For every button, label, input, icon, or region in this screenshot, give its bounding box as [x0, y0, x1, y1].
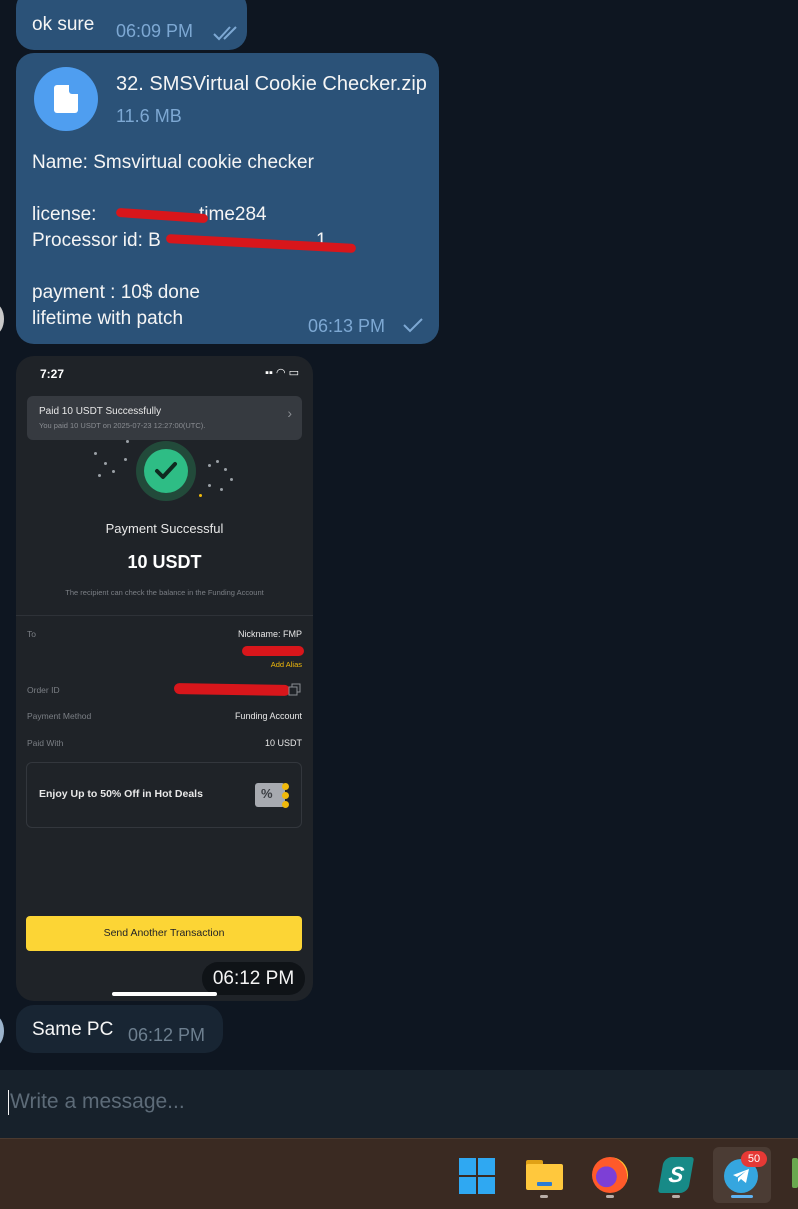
message-compose-bar: Write a message...: [0, 1070, 798, 1138]
running-indicator: [540, 1195, 548, 1198]
message-input[interactable]: Write a message...: [10, 1090, 185, 1114]
confetti-dot: [94, 452, 97, 455]
confetti-dot: [224, 468, 227, 471]
line-name: Name: Smsvirtual cookie checker: [32, 152, 314, 173]
taskbar-telegram[interactable]: 50: [713, 1147, 771, 1203]
surfshark-icon: S: [657, 1157, 695, 1193]
file-icon[interactable]: [34, 67, 98, 131]
copy-icon: [288, 683, 301, 696]
confetti-dot: [216, 460, 219, 463]
app-icon-partial[interactable]: [792, 1158, 798, 1188]
line-license: license:: [32, 204, 102, 225]
line-payment: payment : 10$ done: [32, 282, 200, 303]
payment-success-title: Payment Successful: [105, 521, 224, 536]
status-time: 7:27: [40, 367, 65, 381]
payment-screenshot-image[interactable]: 7:27 ▪▪ ◠ ▭ Paid 10 USDT Successfully Yo…: [16, 356, 313, 1001]
running-indicator: [606, 1195, 614, 1198]
notification-badge: 50: [741, 1151, 767, 1167]
order-id-label: Order ID: [27, 685, 60, 695]
taskbar-firefox[interactable]: [581, 1147, 639, 1203]
confetti-dot: [112, 470, 115, 473]
add-alias-link: Add Alias: [270, 660, 302, 669]
file-size: 11.6 MB: [116, 106, 182, 126]
payment-amount: 10 USDT: [127, 552, 202, 572]
message-time: 06:12 PM: [202, 962, 305, 995]
confetti-dot: [124, 458, 127, 461]
redaction-scribble: [115, 207, 209, 224]
paid-with-value: 10 USDT: [264, 738, 302, 748]
redaction-scribble: [242, 646, 304, 656]
firefox-icon: [592, 1157, 628, 1193]
running-indicator: [731, 1195, 753, 1198]
folder-icon: [526, 1160, 563, 1190]
banner-subtitle: You paid 10 USDT on 2025-07-23 12:27:00(…: [39, 421, 206, 430]
single-check-icon: [403, 318, 423, 333]
message-bubble-file[interactable]: 32. SMSVirtual Cookie Checker.zip 11.6 M…: [16, 53, 439, 344]
message-bubble-same-pc[interactable]: Same PC 06:12 PM: [16, 1005, 223, 1053]
status-icons: ▪▪ ◠ ▭: [265, 367, 299, 379]
divider: [16, 615, 313, 616]
taskbar: S 50: [0, 1138, 798, 1209]
confetti-dot: [230, 478, 233, 481]
confetti-dot: [208, 484, 211, 487]
redaction-scribble: [165, 234, 357, 253]
coin-icon: [282, 783, 289, 790]
confetti-dot: [220, 488, 223, 491]
redaction-scribble: [173, 682, 291, 697]
windows-icon: [459, 1158, 495, 1194]
running-indicator: [672, 1195, 680, 1198]
start-button[interactable]: [448, 1147, 506, 1203]
line-license-visible: time284: [199, 204, 267, 225]
promo-card: Enjoy Up to 50% Off in Hot Deals %: [26, 762, 302, 828]
send-another-transaction-button: Send Another Transaction: [26, 916, 302, 951]
confetti-dot: [126, 440, 129, 443]
taskbar-file-explorer[interactable]: [515, 1147, 573, 1203]
coupon-icon: %: [255, 783, 285, 807]
confetti-dot: [208, 464, 211, 467]
to-label: To: [27, 629, 36, 639]
paid-with-label: Paid With: [27, 738, 64, 748]
chevron-right-icon: ›: [287, 405, 292, 421]
banner-title: Paid 10 USDT Successfully: [39, 406, 162, 417]
confetti-dot: [199, 494, 202, 497]
chat-area: ok sure 06:09 PM 32. SMSVirtual Cookie C…: [0, 0, 798, 1070]
avatar[interactable]: [0, 304, 4, 334]
message-time: 06:13 PM: [308, 316, 386, 336]
avatar[interactable]: [0, 1016, 4, 1046]
message-text: Same PC: [32, 1019, 114, 1040]
taskbar-surfshark[interactable]: S: [647, 1147, 705, 1203]
payment-banner: Paid 10 USDT Successfully You paid 10 US…: [27, 396, 302, 440]
promo-text: Enjoy Up to 50% Off in Hot Deals: [39, 788, 203, 800]
line-lifetime: lifetime with patch: [32, 308, 184, 329]
double-check-icon: [213, 26, 237, 41]
confetti-dot: [98, 474, 101, 477]
message-bubble-ok-sure[interactable]: ok sure 06:09 PM: [16, 0, 247, 50]
text-caret: [8, 1090, 9, 1115]
coin-icon: [282, 792, 289, 799]
payment-method-value: Funding Account: [234, 711, 302, 721]
line-processor: Processor id: B: [32, 230, 161, 251]
success-check-icon: [136, 441, 196, 501]
file-name[interactable]: 32. SMSVirtual Cookie Checker.zip: [116, 73, 427, 96]
home-indicator: [112, 992, 217, 996]
message-text: ok sure: [32, 14, 95, 35]
to-value: Nickname: FMP: [237, 629, 302, 639]
message-time: 06:09 PM: [116, 21, 194, 41]
confetti-dot: [104, 462, 107, 465]
message-time: 06:12 PM: [128, 1025, 206, 1045]
payment-method-label: Payment Method: [27, 711, 92, 721]
coin-icon: [282, 801, 289, 808]
payment-note: The recipient can check the balance in t…: [65, 588, 264, 597]
